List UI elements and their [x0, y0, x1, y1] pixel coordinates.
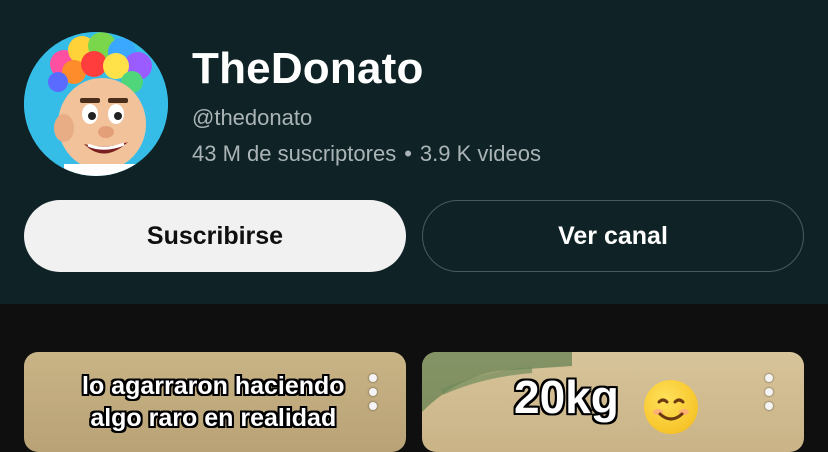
subscribe-button[interactable]: Suscribirse — [24, 200, 406, 272]
smile-emoji-icon — [644, 380, 698, 434]
video-thumbnail[interactable]: 20kg — [422, 352, 804, 452]
channel-header: TheDonato @thedonato 43 M de suscriptore… — [0, 0, 828, 304]
channel-handle: @thedonato — [192, 105, 313, 130]
channel-avatar[interactable] — [24, 32, 168, 176]
video-count: 3.9 K videos — [419, 141, 541, 166]
caption-line: algo raro en realidad — [90, 404, 337, 432]
video-thumbnail[interactable]: lo agarraron haciendo algo raro en reali… — [24, 352, 406, 452]
more-options-icon[interactable] — [365, 374, 381, 410]
subscriber-count: 43 M de suscriptores — [192, 141, 397, 166]
view-channel-button-label: Ver canal — [558, 221, 668, 250]
view-channel-button[interactable]: Ver canal — [422, 200, 804, 272]
channel-stats: 43 M de suscriptores • 3.9 K videos — [192, 141, 541, 167]
video-caption: 20kg — [514, 371, 619, 423]
caption-line: lo agarraron haciendo — [82, 372, 345, 400]
more-options-icon[interactable] — [761, 374, 777, 410]
stats-separator: • — [404, 141, 412, 166]
channel-name: TheDonato — [192, 44, 424, 93]
avatar-illustration — [24, 32, 168, 176]
subscribe-button-label: Suscribirse — [146, 221, 284, 250]
video-caption: lo agarraron haciendo algo raro en reali… — [82, 370, 345, 434]
